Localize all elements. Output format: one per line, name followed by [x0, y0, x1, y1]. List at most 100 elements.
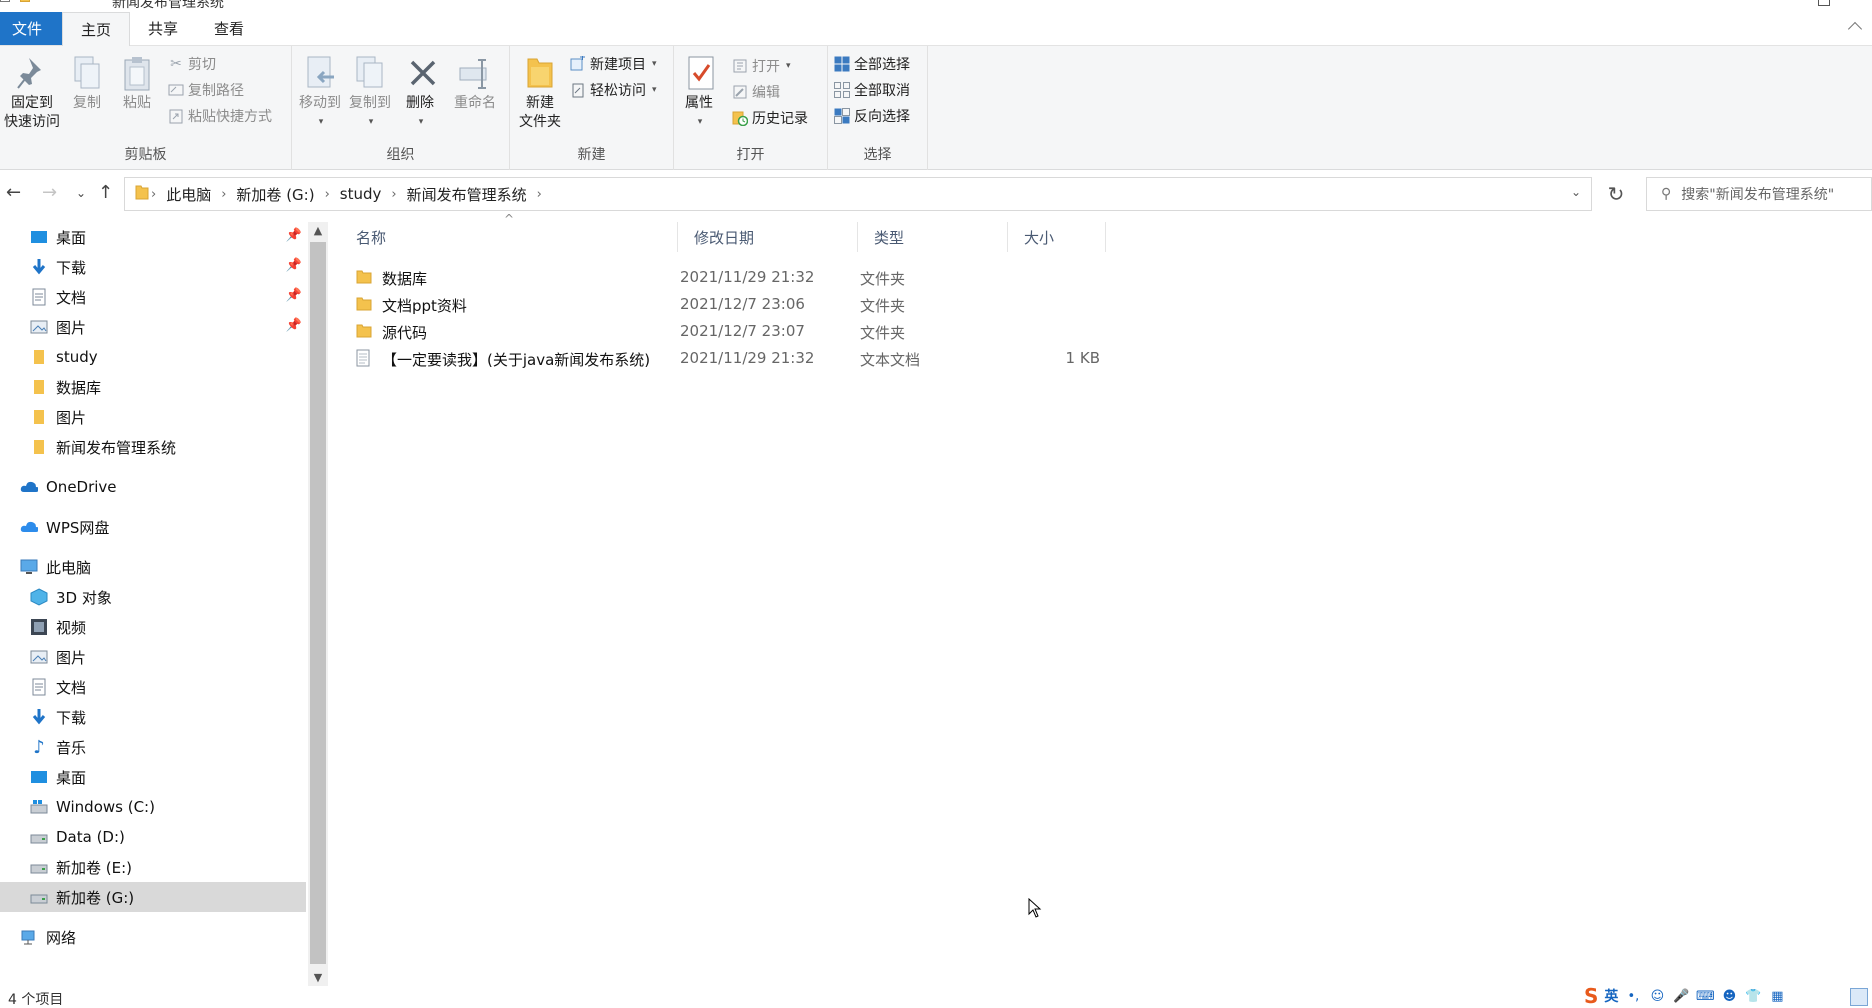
easy-access-label: 轻松访问 — [590, 83, 646, 99]
nav-item-videos[interactable]: 视频 — [0, 612, 306, 642]
folder-icon — [30, 348, 48, 366]
breadcrumb-separator-icon[interactable]: › — [323, 187, 332, 202]
punctuation-icon[interactable]: •, — [1624, 987, 1642, 1005]
pin-icon[interactable]: 📌 — [286, 288, 302, 303]
invert-selection-button[interactable]: 反向选择 — [834, 106, 910, 126]
skin-shirt-icon[interactable]: 👕 — [1744, 987, 1762, 1005]
up-arrow-icon[interactable]: ↑ — [98, 182, 113, 203]
column-header-type[interactable]: 类型 — [858, 222, 1008, 252]
collapse-ribbon-icon[interactable] — [1847, 21, 1863, 37]
nav-item-3d-objects[interactable]: 3D 对象 — [0, 582, 306, 612]
keyboard-icon[interactable]: ⌨ — [1696, 987, 1715, 1005]
properties-button[interactable]: 属性 ▾ — [682, 54, 716, 132]
details-view-icon[interactable] — [1850, 988, 1868, 1006]
nav-item-downloads[interactable]: 下载 📌 — [0, 252, 306, 282]
user-icon[interactable]: ☻ — [1720, 987, 1738, 1005]
open-button[interactable]: 打开 ▾ — [732, 56, 791, 76]
nav-item-drive-g[interactable]: 新加卷 (G:) — [0, 882, 306, 912]
column-header-name[interactable]: 名称 ^ — [340, 212, 678, 252]
forward-arrow-icon[interactable]: → — [42, 182, 57, 203]
breadcrumb-current-folder[interactable]: 新闻发布管理系统 — [399, 184, 535, 205]
copy-button[interactable]: 复制 — [66, 54, 108, 113]
file-row[interactable]: 源代码 2021/12/7 23:07 文件夹 — [356, 318, 1126, 344]
new-folder-button[interactable]: 新建 文件夹 — [516, 54, 564, 132]
breadcrumb-separator-icon[interactable]: › — [535, 187, 544, 202]
scrollbar-thumb[interactable] — [310, 242, 326, 964]
nav-item-desktop[interactable]: 桌面 📌 — [0, 222, 306, 252]
nav-item-desktop-pc[interactable]: 桌面 — [0, 762, 306, 792]
history-button[interactable]: 历史记录 — [732, 108, 808, 128]
edit-button[interactable]: 编辑 — [732, 82, 780, 102]
nav-item-database[interactable]: 数据库 — [0, 372, 306, 402]
nav-item-drive-c[interactable]: Windows (C:) — [0, 792, 306, 822]
ime-language-toggle[interactable]: 英 — [1604, 986, 1618, 1006]
new-group-label: 新建 — [577, 147, 606, 163]
refresh-icon[interactable]: ↻ — [1598, 177, 1634, 211]
file-row[interactable]: 【一定要读我】(关于java新闻发布系统) 2021/11/29 21:32 文… — [356, 345, 1126, 371]
breadcrumb-separator-icon[interactable]: › — [219, 187, 228, 202]
search-box[interactable]: ⚲ 搜索"新闻发布管理系统" — [1646, 177, 1872, 211]
tab-home[interactable]: 主页 — [62, 12, 131, 47]
open-group-label: 打开 — [736, 147, 765, 163]
tab-view[interactable]: 查看 — [196, 12, 262, 45]
nav-item-downloads-pc[interactable]: 下载 — [0, 702, 306, 732]
copy-to-button[interactable]: 复制到 ▾ — [346, 54, 394, 132]
copy-path-button[interactable]: 复制路径 — [168, 80, 244, 100]
nav-item-onedrive[interactable]: OneDrive — [0, 472, 306, 502]
nav-item-pictures-pc[interactable]: 图片 — [0, 642, 306, 672]
microphone-icon[interactable]: 🎤 — [1672, 987, 1690, 1005]
breadcrumb-separator-icon[interactable]: › — [389, 187, 398, 202]
scroll-down-arrow-icon[interactable]: ▼ — [308, 971, 328, 984]
scroll-up-arrow-icon[interactable]: ▲ — [308, 224, 328, 237]
tab-share[interactable]: 共享 — [130, 12, 196, 45]
column-header-date[interactable]: 修改日期 — [678, 222, 858, 252]
sogou-ime-icon[interactable]: S — [1584, 984, 1598, 1008]
toolbox-grid-icon[interactable]: ▦ — [1768, 987, 1786, 1005]
restore-window-icon[interactable] — [1818, 0, 1830, 6]
nav-item-this-pc[interactable]: 此电脑 — [0, 552, 306, 582]
select-none-button[interactable]: 全部取消 — [834, 80, 910, 100]
file-row[interactable]: 数据库 2021/11/29 21:32 文件夹 — [356, 264, 1126, 290]
customize-toolbar-icon[interactable]: ▾ — [40, 0, 45, 2]
breadcrumb-drive-g[interactable]: 新加卷 (G:) — [228, 184, 322, 205]
properties-quick-icon[interactable] — [0, 0, 10, 2]
recent-locations-chevron-icon[interactable]: ⌄ — [76, 186, 86, 200]
select-all-button[interactable]: 全部选择 — [834, 54, 910, 74]
column-header-size[interactable]: 大小 — [1008, 222, 1106, 252]
nav-item-documents[interactable]: 文档 📌 — [0, 282, 306, 312]
folder-quick-icon[interactable] — [20, 0, 30, 2]
address-history-chevron-icon[interactable]: ⌄ — [1571, 185, 1581, 199]
paste-shortcut-button[interactable]: 粘贴快捷方式 — [168, 106, 272, 126]
pin-icon[interactable]: 📌 — [286, 318, 302, 333]
pin-icon[interactable]: 📌 — [286, 228, 302, 243]
tab-file[interactable]: 文件 — [0, 12, 62, 45]
file-row[interactable]: 文档ppt资料 2021/12/7 23:06 文件夹 — [356, 291, 1126, 317]
easy-access-button[interactable]: 轻松访问 ▾ — [570, 80, 657, 100]
nav-item-documents-pc[interactable]: 文档 — [0, 672, 306, 702]
paste-button[interactable]: 粘贴 — [116, 54, 158, 113]
back-arrow-icon[interactable]: ← — [6, 182, 21, 203]
address-bar[interactable]: › 此电脑 › 新加卷 (G:) › study › 新闻发布管理系统 › ⌄ — [124, 177, 1592, 211]
new-item-button[interactable]: 新建项目 ▾ — [570, 54, 657, 74]
nav-item-pictures-folder[interactable]: 图片 — [0, 402, 306, 432]
nav-item-network[interactable]: 网络 — [0, 922, 306, 952]
pin-icon[interactable]: 📌 — [286, 258, 302, 273]
pin-to-quick-access-button[interactable]: 固定到 快速访问 — [4, 54, 60, 132]
cut-button[interactable]: ✂ 剪切 — [168, 54, 216, 74]
emoji-icon[interactable]: ☺ — [1648, 987, 1666, 1005]
nav-item-study[interactable]: study — [0, 342, 306, 372]
new-folder-icon — [521, 54, 559, 92]
move-to-button[interactable]: 移动到 ▾ — [296, 54, 344, 132]
nav-item-drive-d[interactable]: Data (D:) — [0, 822, 306, 852]
nav-item-drive-e[interactable]: 新加卷 (E:) — [0, 852, 306, 882]
breadcrumb-separator-icon[interactable]: › — [149, 187, 158, 202]
delete-button[interactable]: 删除 ▾ — [404, 54, 436, 132]
nav-item-news-system[interactable]: 新闻发布管理系统 — [0, 432, 306, 462]
nav-item-music[interactable]: ♪ 音乐 — [0, 732, 306, 762]
breadcrumb-this-pc[interactable]: 此电脑 — [158, 184, 219, 205]
rename-button[interactable]: 重命名 — [452, 54, 498, 113]
breadcrumb-study[interactable]: study — [332, 185, 390, 203]
nav-item-pictures[interactable]: 图片 📌 — [0, 312, 306, 342]
navigation-scrollbar[interactable]: ▲ ▼ — [308, 222, 328, 986]
nav-item-wps[interactable]: WPS网盘 — [0, 512, 306, 542]
